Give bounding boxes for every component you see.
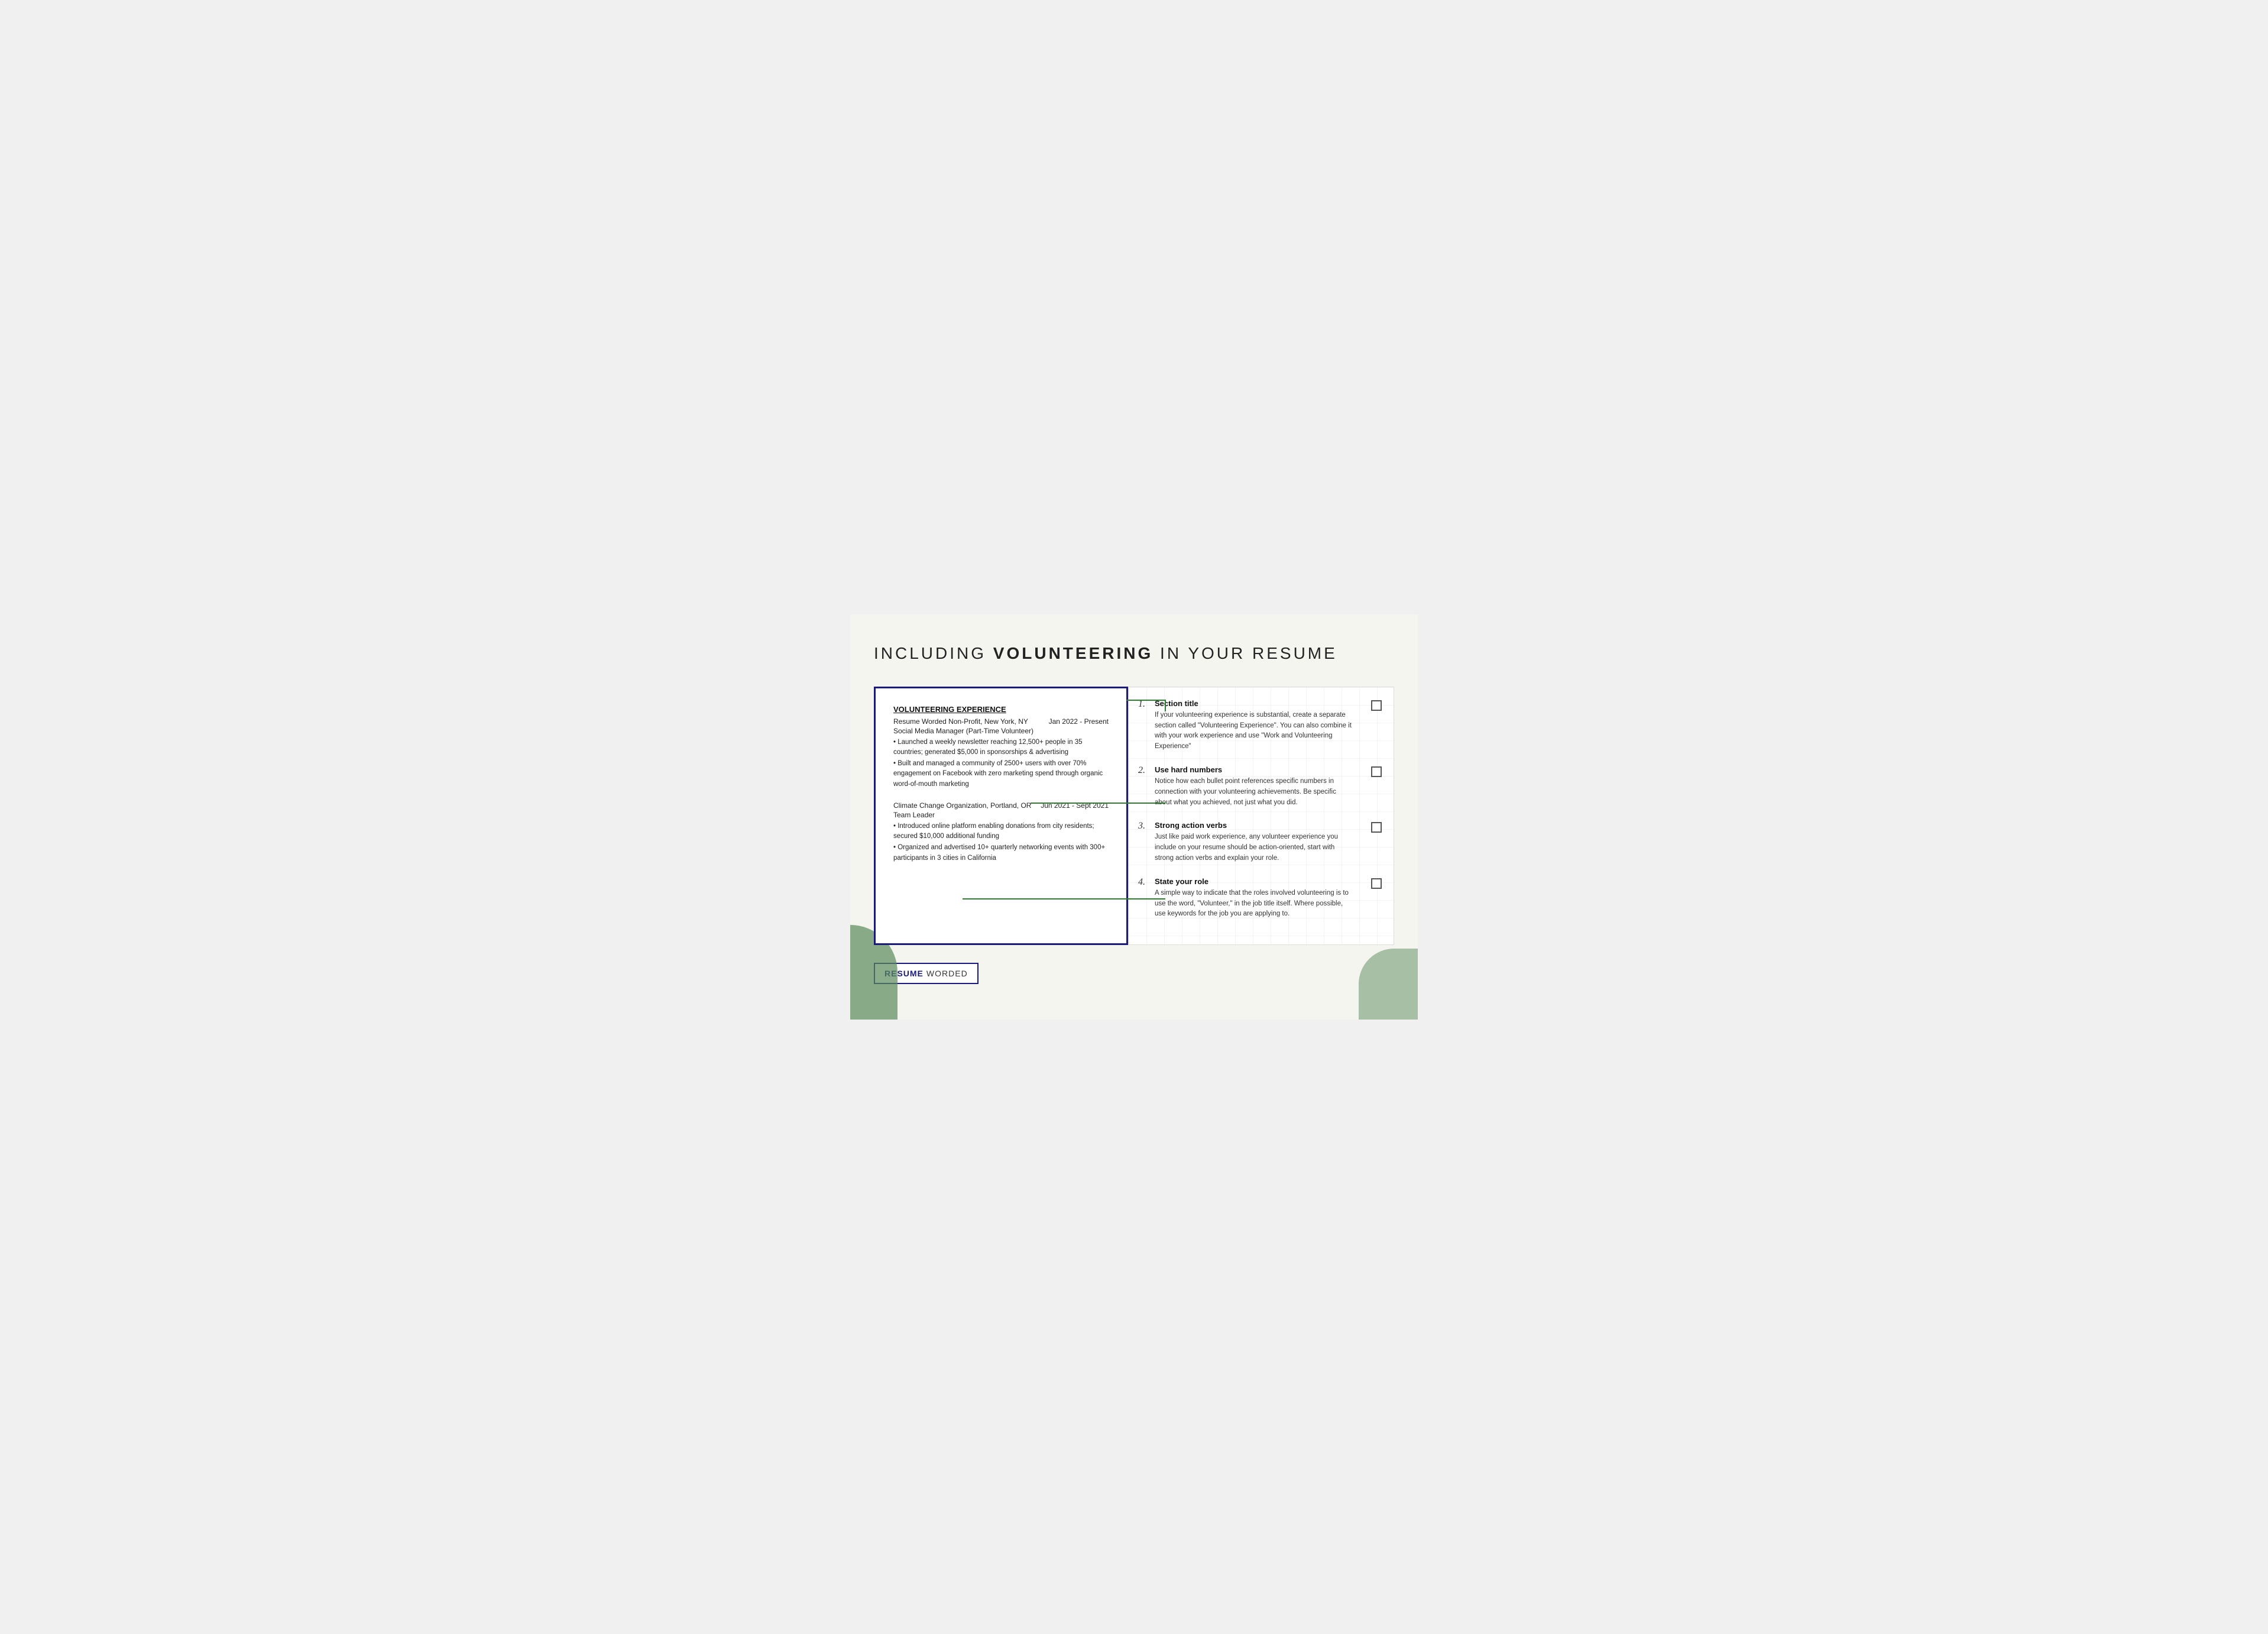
tip-2-checkbox[interactable] — [1371, 766, 1382, 777]
resume-entry-2-bullet-1: • Introduced online platform enabling do… — [893, 821, 1109, 842]
resume-entry-1-bullet-1: • Launched a weekly newsletter reaching … — [893, 737, 1109, 758]
tip-item-1: 1. Section title If your volunteering ex… — [1138, 699, 1382, 752]
resume-entry-1-bullet-2: • Built and managed a community of 2500+… — [893, 759, 1109, 790]
tip-4-description: A simple way to indicate that the roles … — [1155, 888, 1353, 920]
tip-2-text: Use hard numbers Notice how each bullet … — [1155, 765, 1371, 808]
resume-entry-2-bullet-2: • Organized and advertised 10+ quarterly… — [893, 843, 1109, 863]
green-decoration-right — [1359, 949, 1418, 1020]
resume-entry-2-role: Team Leader — [893, 811, 1109, 819]
resume-entry-1-header: Resume Worded Non-Profit, New York, NY J… — [893, 717, 1109, 726]
tip-item-4: 4. State your role A simple way to indic… — [1138, 877, 1382, 920]
tip-1-text: Section title If your volunteering exper… — [1155, 699, 1371, 752]
resume-section: VOLUNTEERING EXPERIENCE Resume Worded No… — [893, 705, 1109, 863]
tips-panel: 1. Section title If your volunteering ex… — [1128, 687, 1394, 946]
tip-3-description: Just like paid work experience, any volu… — [1155, 832, 1353, 863]
resume-entry-1: Resume Worded Non-Profit, New York, NY J… — [893, 717, 1109, 790]
tip-3-text: Strong action verbs Just like paid work … — [1155, 821, 1371, 863]
connector-line-3 — [963, 898, 1165, 899]
tip-4-text: State your role A simple way to indicate… — [1155, 877, 1371, 920]
resume-entry-1-date: Jan 2022 - Present — [1049, 717, 1109, 726]
resume-section-title: VOLUNTEERING EXPERIENCE — [893, 705, 1109, 714]
brand-worded-text: WORDED — [926, 969, 968, 978]
resume-entry-2-org: Climate Change Organization, Portland, O… — [893, 801, 1031, 810]
tip-item-2: 2. Use hard numbers Notice how each bull… — [1138, 765, 1382, 808]
tip-1-description: If your volunteering experience is subst… — [1155, 710, 1353, 752]
tip-1-checkbox[interactable] — [1371, 700, 1382, 711]
tip-3-number: 3. — [1138, 821, 1155, 831]
tip-2-title: Use hard numbers — [1155, 765, 1353, 774]
tip-3-title: Strong action verbs — [1155, 821, 1353, 830]
tip-2-number: 2. — [1138, 765, 1155, 776]
main-container: INCLUDING VOLUNTEERING IN YOUR RESUME VO… — [850, 614, 1418, 1020]
page-title: INCLUDING VOLUNTEERING IN YOUR RESUME — [874, 644, 1394, 663]
tip-4-number: 4. — [1138, 877, 1155, 888]
branding-area: RESUME WORDED — [874, 963, 1394, 984]
connector-line-1-vertical — [1165, 700, 1166, 711]
connector-line-2 — [1031, 803, 1165, 804]
tips-content: 1. Section title If your volunteering ex… — [1129, 687, 1394, 945]
content-area: VOLUNTEERING EXPERIENCE Resume Worded No… — [874, 687, 1394, 946]
tip-1-title: Section title — [1155, 699, 1353, 708]
tip-4-checkbox[interactable] — [1371, 878, 1382, 889]
resume-entry-1-role: Social Media Manager (Part-Time Voluntee… — [893, 727, 1109, 735]
tip-item-3: 3. Strong action verbs Just like paid wo… — [1138, 821, 1382, 863]
resume-card: VOLUNTEERING EXPERIENCE Resume Worded No… — [874, 687, 1128, 946]
resume-entry-2: Climate Change Organization, Portland, O… — [893, 801, 1109, 863]
tip-2-description: Notice how each bullet point references … — [1155, 776, 1353, 808]
tip-4-title: State your role — [1155, 877, 1353, 886]
resume-entry-1-org: Resume Worded Non-Profit, New York, NY — [893, 717, 1028, 726]
tip-3-checkbox[interactable] — [1371, 822, 1382, 833]
connector-line-1 — [1126, 700, 1165, 701]
